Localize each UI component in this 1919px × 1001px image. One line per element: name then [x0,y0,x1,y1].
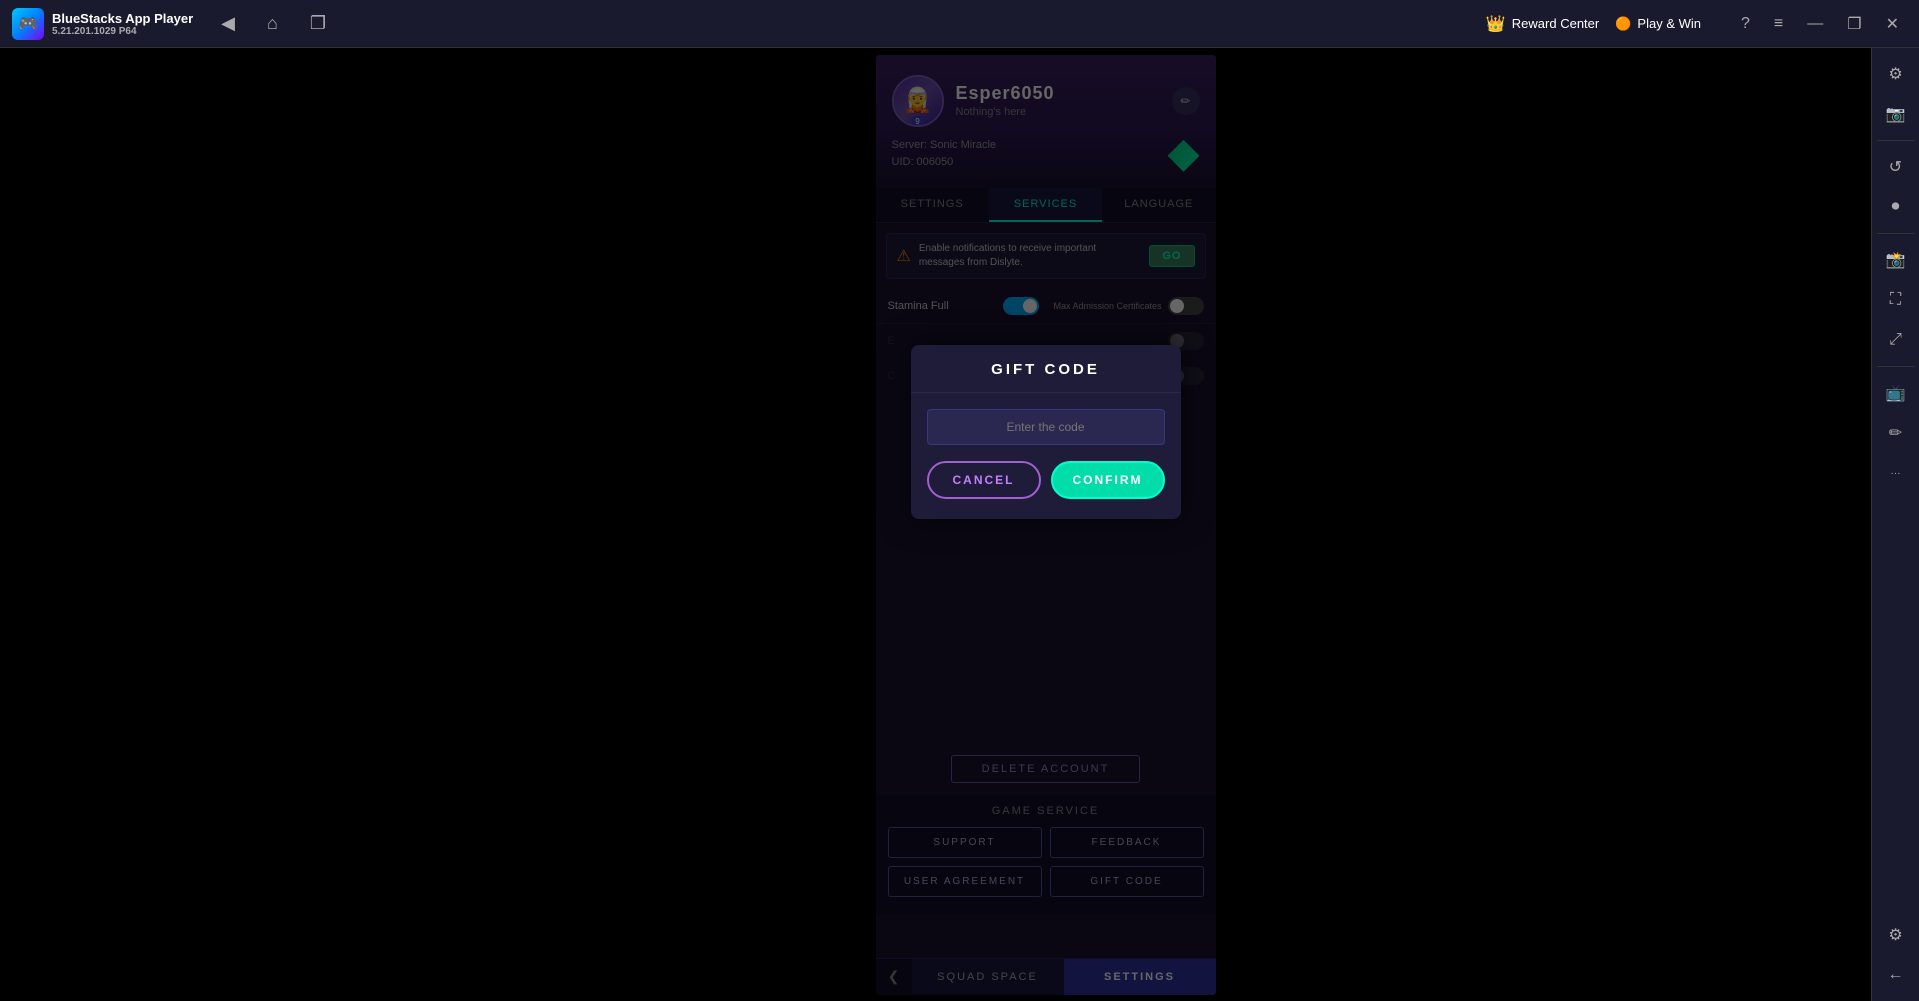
fullscreen-icon[interactable]: ⛶ [1878,282,1914,318]
sidebar-divider-2 [1877,233,1915,234]
multi-button[interactable]: ❐ [302,9,334,38]
app-title: BlueStacks App Player [52,11,193,26]
minimize-button[interactable]: — [1799,11,1831,37]
play-win-icon: 🟠 [1615,16,1631,32]
cancel-button[interactable]: CANCEL [927,461,1041,499]
gear-icon[interactable]: ⚙ [1878,917,1914,953]
logo-icon: 🎮 [12,8,44,40]
menu-button[interactable]: ≡ [1766,11,1791,37]
reward-center-button[interactable]: 👑 Reward Center [1486,14,1599,34]
sidebar-divider-3 [1877,366,1915,367]
main-content: 🧝 9 Esper6050 Nothing's here ✏ Server: S… [0,48,1871,1001]
settings-icon[interactable]: ⚙ [1878,56,1914,92]
more-icon[interactable]: ··· [1878,455,1914,491]
game-window: 🧝 9 Esper6050 Nothing's here ✏ Server: S… [876,55,1216,995]
top-bar-right: 👑 Reward Center 🟠 Play & Win ? ≡ — ❐ ✕ [1486,10,1907,38]
record-icon[interactable]: ⏺ [1878,189,1914,225]
play-win-label: Play & Win [1637,16,1701,31]
gift-code-dialog: GIFT CODE CANCEL CONFIRM [911,345,1181,519]
help-button[interactable]: ? [1733,11,1758,37]
home-button[interactable]: ⌂ [259,9,286,38]
crown-icon: 👑 [1486,14,1506,34]
nav-buttons: ◀ ⌂ ❐ [213,9,334,38]
screenshot-icon[interactable]: 📸 [1878,242,1914,278]
refresh-icon[interactable]: ↺ [1878,149,1914,185]
close-button[interactable]: ✕ [1878,10,1907,38]
camera-icon[interactable]: 📷 [1878,96,1914,132]
back-button[interactable]: ◀ [213,9,243,38]
confirm-button[interactable]: CONFIRM [1051,461,1165,499]
tv-icon[interactable]: 📺 [1878,375,1914,411]
arrow-left-icon[interactable]: ← [1878,957,1914,993]
gift-code-input[interactable] [927,409,1165,445]
dialog-overlay [876,55,1216,995]
resize-icon[interactable]: ⤢ [1878,322,1914,358]
top-bar: 🎮 BlueStacks App Player 5.21.201.1029 P6… [0,0,1919,48]
play-win-button[interactable]: 🟠 Play & Win [1615,16,1701,32]
maximize-button[interactable]: ❐ [1839,10,1869,38]
right-sidebar: ⚙ 📷 ↺ ⏺ 📸 ⛶ ⤢ 📺 ✏ ··· ⚙ ← [1871,48,1919,1001]
dialog-title: GIFT CODE [911,345,1181,393]
window-controls: ? ≡ — ❐ ✕ [1733,10,1907,38]
app-logo: 🎮 BlueStacks App Player 5.21.201.1029 P6… [12,8,193,40]
reward-center-label: Reward Center [1512,16,1599,31]
app-version: 5.21.201.1029 P64 [52,26,193,37]
edit-icon[interactable]: ✏ [1878,415,1914,451]
sidebar-divider-1 [1877,140,1915,141]
